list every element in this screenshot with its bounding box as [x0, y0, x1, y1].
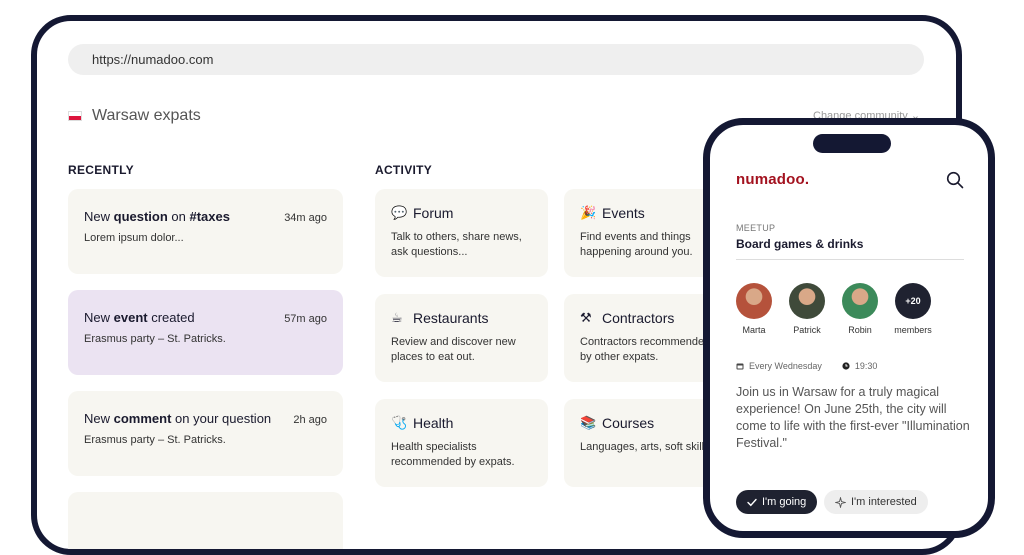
- activity-card-desc: Languages, arts, soft skills...: [580, 441, 719, 453]
- url-bar[interactable]: https://numadoo.com: [68, 44, 924, 75]
- activity-card-restaurants[interactable]: ☕ Restaurants Review and discover new pla…: [375, 294, 548, 382]
- more-members-label: members: [894, 325, 932, 335]
- divider: [736, 259, 964, 260]
- feed-headline: New question on #taxes: [84, 209, 230, 224]
- feed-time: 34m ago: [284, 212, 327, 224]
- activity-card-forum[interactable]: 💬 Forum Talk to others, share news, ask q…: [375, 189, 548, 277]
- more-members-badge[interactable]: +20: [895, 283, 931, 319]
- feed-time: 57m ago: [284, 313, 327, 325]
- activity-card-desc: Health specialists recommended by expats…: [391, 441, 515, 468]
- stethoscope-icon: 🩺: [391, 415, 408, 430]
- feed-headline: New event created: [84, 310, 195, 325]
- avatar[interactable]: [842, 283, 878, 319]
- avatar-name: Patrick: [793, 325, 821, 335]
- feed-subtitle: Erasmus party – St. Patricks.: [84, 333, 226, 345]
- going-button[interactable]: I'm going: [736, 490, 818, 514]
- recently-title: RECENTLY: [68, 163, 134, 177]
- feed-item-question[interactable]: New question on #taxes 34m ago Lorem ips…: [68, 189, 343, 274]
- meetup-label: MEETUP: [736, 223, 776, 233]
- calendar-icon: [736, 363, 744, 370]
- activity-title: ACTIVITY: [375, 163, 433, 177]
- meetup-title: Board games & drinks: [736, 237, 864, 251]
- avatar[interactable]: [789, 283, 825, 319]
- community-header: Warsaw expats: [68, 107, 201, 125]
- time-text: 19:30: [854, 361, 878, 371]
- clock-icon: [842, 362, 850, 370]
- avatar-name: Robin: [848, 325, 872, 335]
- feed-item-event[interactable]: New event created 57m ago Erasmus party …: [68, 290, 343, 375]
- avatar[interactable]: [736, 283, 772, 319]
- interested-label: I'm interested: [851, 496, 917, 508]
- going-label: I'm going: [762, 496, 807, 508]
- avatar-name: Marta: [742, 325, 766, 335]
- party-popper-icon: 🎉: [580, 205, 597, 220]
- feed-time: 2h ago: [293, 414, 327, 426]
- activity-card-desc: Review and discover new places to eat ou…: [391, 336, 516, 363]
- sparkle-icon: [835, 496, 846, 508]
- schedule-text: Every Wednesday: [749, 361, 822, 371]
- activity-card-desc: Find events and things happening around …: [580, 231, 693, 258]
- activity-card-desc: Contractors recommended by other expats.: [580, 336, 711, 363]
- community-name: Warsaw expats: [92, 107, 201, 124]
- event-description: Join us in Warsaw for a truly magical ex…: [736, 385, 970, 450]
- activity-card-title: Health: [413, 415, 454, 431]
- feed-subtitle: Lorem ipsum dolor...: [84, 232, 184, 244]
- activity-card-title: Restaurants: [413, 310, 489, 326]
- phone-notch: [813, 134, 891, 153]
- books-icon: 📚: [580, 415, 597, 430]
- speech-bubble-icon: 💬: [391, 205, 408, 220]
- brand-logo: numadoo.: [736, 171, 810, 188]
- activity-card-title: Events: [602, 205, 645, 221]
- poland-flag-icon: [68, 111, 82, 121]
- event-schedule: Every Wednesday 19:30: [736, 361, 877, 371]
- search-icon[interactable]: [946, 171, 964, 189]
- feed-item-comment[interactable]: New comment on your question 2h ago Eras…: [68, 391, 343, 476]
- phone-frame: numadoo. MEETUP Board games & drinks Mar…: [703, 118, 995, 538]
- feed-item-partial[interactable]: [68, 492, 343, 549]
- tools-icon: ⚒: [580, 310, 592, 325]
- coffee-cup-icon: ☕: [391, 310, 403, 325]
- activity-card-health[interactable]: 🩺 Health Health specialists recommended b…: [375, 399, 548, 487]
- activity-card-title: Courses: [602, 415, 655, 431]
- feed-headline: New comment on your question: [84, 411, 272, 426]
- interested-button[interactable]: I'm interested: [824, 490, 928, 514]
- activity-card-title: Forum: [413, 205, 454, 221]
- feed-subtitle: Erasmus party – St. Patricks.: [84, 434, 226, 446]
- activity-card-desc: Talk to others, share news, ask question…: [391, 231, 522, 258]
- activity-card-title: Contractors: [602, 310, 675, 326]
- check-icon: [747, 498, 757, 506]
